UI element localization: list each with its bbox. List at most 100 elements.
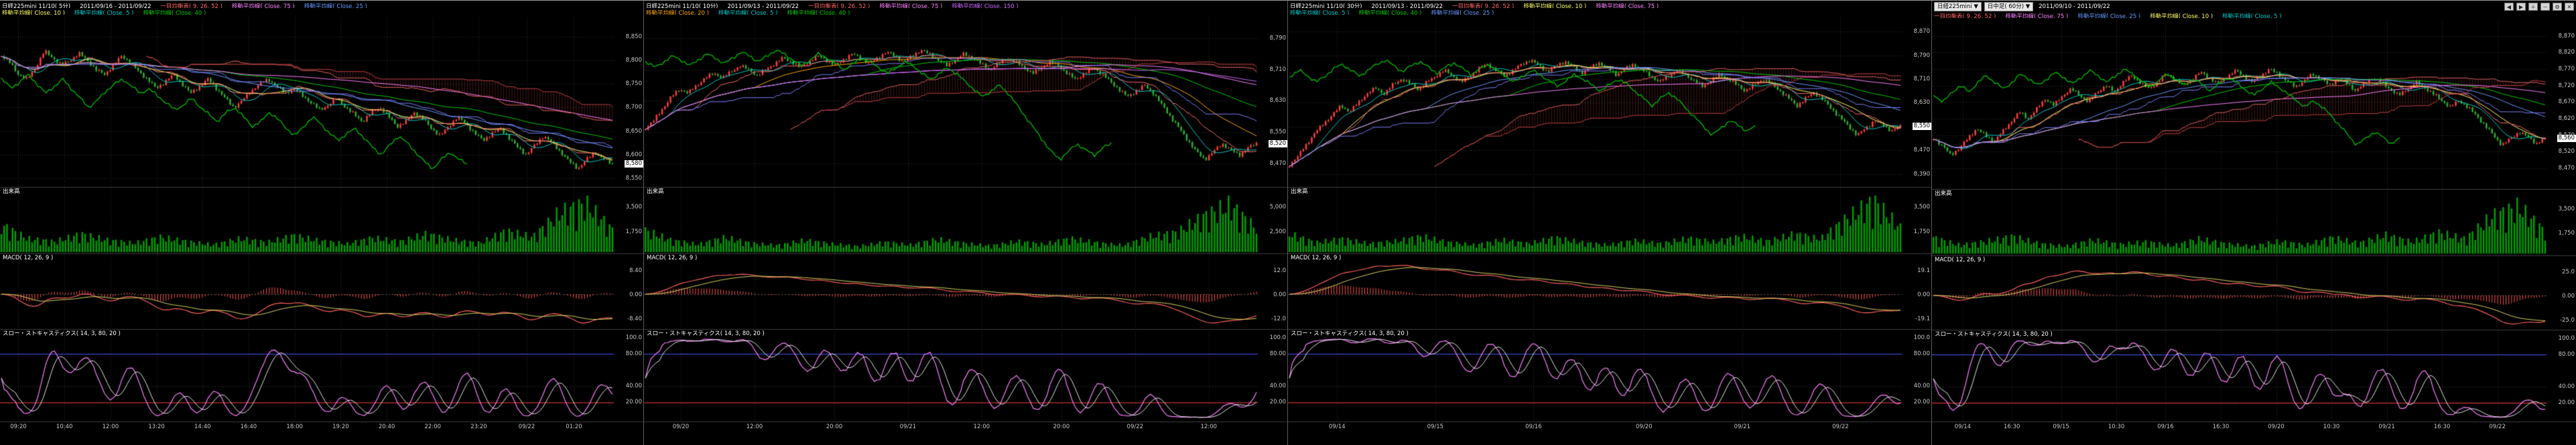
time-axis-label: 22:00: [425, 424, 442, 430]
time-axis-label: 09/20: [2268, 424, 2284, 430]
chart-panel-2: 日経225mini 11/10( 10分) 日経225mini 11/10( 1…: [644, 1, 1288, 445]
indicator-label: 移動平均線( Close, 10 ): [2150, 13, 2213, 18]
chart-area[interactable]: 8,7908,7108,6308,5508,4708,5205,0002,500…: [644, 15, 1287, 445]
time-axis-label: 10:30: [2323, 424, 2340, 430]
last-price-label: 8,520: [1269, 140, 1287, 147]
indicator-label: 移動平均線( Close, 40 ): [1359, 10, 1422, 15]
zoom-out-button[interactable]: －: [2540, 3, 2550, 11]
macd-tick-label: 12.0: [1273, 267, 1286, 274]
time-axis-label: 09:20: [10, 424, 27, 430]
indicator-label: 移動平均線( Close, 75 ): [1596, 3, 1659, 8]
time-axis-label: 20:00: [826, 424, 843, 430]
time-axis-label: 09/16: [2157, 424, 2174, 430]
time-axis-label: 16:30: [2004, 424, 2020, 430]
header-row-2: 移動平均線( Close, 5 )移動平均線( Close, 40 )移動平均線…: [1290, 8, 1929, 15]
price-tick-label: 8,770: [2559, 66, 2575, 72]
price-tick-label: 8,800: [626, 57, 642, 64]
macd-tick-label: 19.1: [1917, 267, 1930, 274]
time-axis-label: 09/21: [2378, 424, 2395, 430]
close-button[interactable]: ✕: [2565, 3, 2574, 11]
scroll-right-button[interactable]: ▶: [2516, 3, 2526, 11]
price-tick-label: 8,520: [2559, 148, 2575, 155]
chart-area[interactable]: 8,8508,8008,7508,7008,6508,6008,5508,580…: [0, 15, 643, 445]
chart-panel-1: 日経225mini 11/10( 5分) 日経225mini 11/10( 5分…: [0, 1, 644, 445]
macd-tick-label: 0.00: [1273, 292, 1286, 298]
price-tick-label: 8,550: [1270, 129, 1286, 135]
header-row-1: 日経225mini 11/10( 10分)2011/09/13 - 2011/0…: [646, 1, 1285, 8]
stoch-tick-label: 20.00: [1914, 399, 1930, 405]
stoch-section-label: スロー・ストキャスティクス( 14, 3, 80, 20 ): [1291, 330, 1409, 337]
stoch-section-label: スロー・ストキャスティクス( 14, 3, 80, 20 ): [3, 330, 121, 337]
settings-button[interactable]: ⚙: [2553, 3, 2562, 11]
stoch-tick-label: 40.00: [626, 383, 642, 389]
price-tick-label: 8,630: [1914, 99, 1930, 106]
candlestick-chart-canvas[interactable]: [1288, 15, 1931, 445]
stoch-tick-label: 20.00: [2559, 399, 2575, 406]
macd-tick-label: -19.1: [1915, 316, 1930, 322]
chart-area[interactable]: 8,8708,8208,7708,7208,6708,6208,5708,520…: [1932, 18, 2576, 445]
volume-tick-label: 1,750: [626, 229, 642, 235]
stoch-tick-label: 20.00: [626, 399, 642, 405]
macd-section-label: MACD( 12, 26, 9 ): [647, 255, 697, 261]
time-axis-label: 18:00: [286, 424, 303, 430]
stoch-tick-label: 80.00: [1270, 351, 1286, 357]
time-axis-label: 14:40: [194, 424, 211, 430]
indicator-label: 日経225mini 11/10( 5分): [2, 3, 70, 8]
time-axis-label: 09/15: [1427, 424, 1444, 430]
macd-tick-label: 0.00: [629, 292, 642, 298]
stoch-tick-label: 40.00: [1914, 383, 1930, 389]
indicator-label: 一目均衡表( 9, 26, 52 ): [808, 3, 870, 8]
macd-tick-label: 0.00: [1917, 292, 1930, 298]
indicator-label: 移動平均線( Close, 10 ): [1523, 3, 1586, 8]
macd-section-label: MACD( 12, 26, 9 ): [1935, 257, 1985, 263]
price-tick-label: 8,850: [626, 34, 642, 40]
indicator-label: 移動平均線( Close, 10 ): [2, 10, 65, 15]
time-axis-label: 09/15: [2053, 424, 2069, 430]
indicator-label: 移動平均線( Close, 75 ): [879, 3, 942, 8]
indicator-label: 移動平均線( Close, 25 ): [2077, 13, 2140, 18]
macd-tick-label: 25.0: [2562, 269, 2575, 275]
indicator-label: 2011/09/13 - 2011/09/22: [727, 3, 798, 8]
time-axis-label: 10:40: [56, 424, 73, 430]
indicator-label: 2011/09/16 - 2011/09/22: [80, 3, 151, 8]
volume-tick-label: 3,500: [626, 204, 642, 210]
indicator-label: 移動平均線( Close, 5 ): [74, 10, 134, 15]
candlestick-chart-canvas[interactable]: [0, 15, 643, 445]
time-axis-label: 12:00: [974, 424, 990, 430]
chart-area[interactable]: 8,8708,7908,7108,6308,5508,4708,3908,550…: [1288, 15, 1931, 445]
stoch-tick-label: 20.00: [1270, 399, 1286, 405]
header-row-2: 移動平均線( Close, 20 )移動平均線( Close, 5 )移動平均線…: [646, 8, 1285, 15]
time-axis-label: 09/14: [1329, 424, 1346, 430]
panel-header: 日経225mini 11/10( 5分) 2011/09/16 - 2011/09…: [0, 1, 643, 15]
date-range-label: 2011/09/10 - 2011/09/22: [2039, 3, 2110, 10]
time-axis-label: 20:40: [379, 424, 395, 430]
indicator-label: 移動平均線( Close, 5 ): [718, 10, 778, 15]
price-tick-label: 8,470: [1914, 147, 1930, 153]
symbol-select[interactable]: 日経225mini ▼: [1934, 2, 1982, 11]
time-axis-label: 20:00: [1053, 424, 1070, 430]
time-axis-label: 12:00: [747, 424, 763, 430]
indicator-label: 移動平均線( Close, 5 ): [2222, 13, 2282, 18]
indicator-label: 移動平均線( Close, 25 ): [304, 3, 367, 8]
zoom-in-button[interactable]: ＋: [2528, 3, 2538, 11]
time-axis-label: 09/22: [2489, 424, 2506, 430]
time-axis-label: 09/22: [519, 424, 535, 430]
scroll-left-button[interactable]: ◀: [2504, 3, 2514, 11]
last-price-label: 8,560: [2557, 135, 2576, 142]
price-tick-label: 8,790: [1270, 35, 1286, 42]
indicator-label: 移動平均線( Close, 75 ): [232, 3, 295, 8]
price-tick-label: 8,650: [626, 128, 642, 135]
macd-section-label: MACD( 12, 26, 9 ): [1291, 255, 1341, 261]
interval-select[interactable]: 日中足( 60分) ▼: [1984, 2, 2033, 11]
indicator-label: 移動平均線( Close, 25 ): [1431, 10, 1494, 15]
price-tick-label: 8,710: [1914, 76, 1930, 82]
stoch-tick-label: 100.0: [1270, 334, 1286, 341]
candlestick-chart-canvas[interactable]: [1932, 18, 2576, 445]
candlestick-chart-canvas[interactable]: [644, 15, 1287, 445]
macd-tick-label: -8.40: [627, 316, 642, 322]
time-axis-label: 13:20: [148, 424, 165, 430]
price-tick-label: 8,820: [2559, 49, 2575, 56]
volume-tick-label: 5,000: [1270, 204, 1286, 210]
time-axis-label: 19:20: [332, 424, 349, 430]
stoch-tick-label: 40.00: [2559, 383, 2575, 390]
